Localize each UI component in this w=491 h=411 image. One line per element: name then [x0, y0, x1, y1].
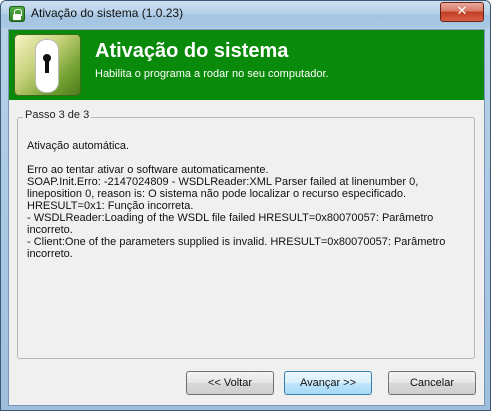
header-banner: Ativação do sistema Habilita o programa … — [9, 30, 484, 100]
cancel-button[interactable]: Cancelar — [388, 371, 476, 395]
back-button[interactable]: << Voltar — [186, 371, 274, 395]
next-button[interactable]: Avançar >> — [284, 371, 372, 395]
header-title: Ativação do sistema — [95, 40, 289, 62]
message-line — [27, 152, 467, 164]
message-line: incorreto. — [27, 248, 73, 260]
dialog-client-area: Ativação do sistema Habilita o programa … — [8, 29, 485, 406]
message-line: lineposition 0, reason is: O sistema não… — [27, 188, 407, 200]
message-line: - WSDLReader:Loading of the WSDL file fa… — [27, 212, 434, 224]
message-line: HRESULT=0x1: Função incorreta. — [27, 200, 194, 212]
header-subtitle: Habilita o programa a rodar no seu compu… — [95, 68, 329, 80]
step-label: Passo 3 de 3 — [23, 109, 92, 121]
window-title: Ativação do sistema (1.0.23) — [31, 6, 184, 20]
error-message: Ativação automática. Erro ao tentar ativ… — [27, 140, 467, 260]
padlock-icon — [9, 6, 25, 22]
message-line: - Client:One of the parameters supplied … — [27, 236, 446, 248]
activation-window: Ativação do sistema (1.0.23) ✕ Ativação … — [0, 0, 491, 411]
keyhole-logo-icon — [14, 34, 81, 96]
title-bar[interactable]: Ativação do sistema (1.0.23) ✕ — [1, 1, 490, 28]
close-button[interactable]: ✕ — [440, 2, 484, 22]
message-line: SOAP.Init.Erro: -2147024809 - WSDLReader… — [27, 176, 419, 188]
message-line: Erro ao tentar ativar o software automat… — [27, 164, 269, 176]
message-line: Ativação automática. — [27, 140, 130, 152]
message-line: incorreto. — [27, 224, 73, 236]
